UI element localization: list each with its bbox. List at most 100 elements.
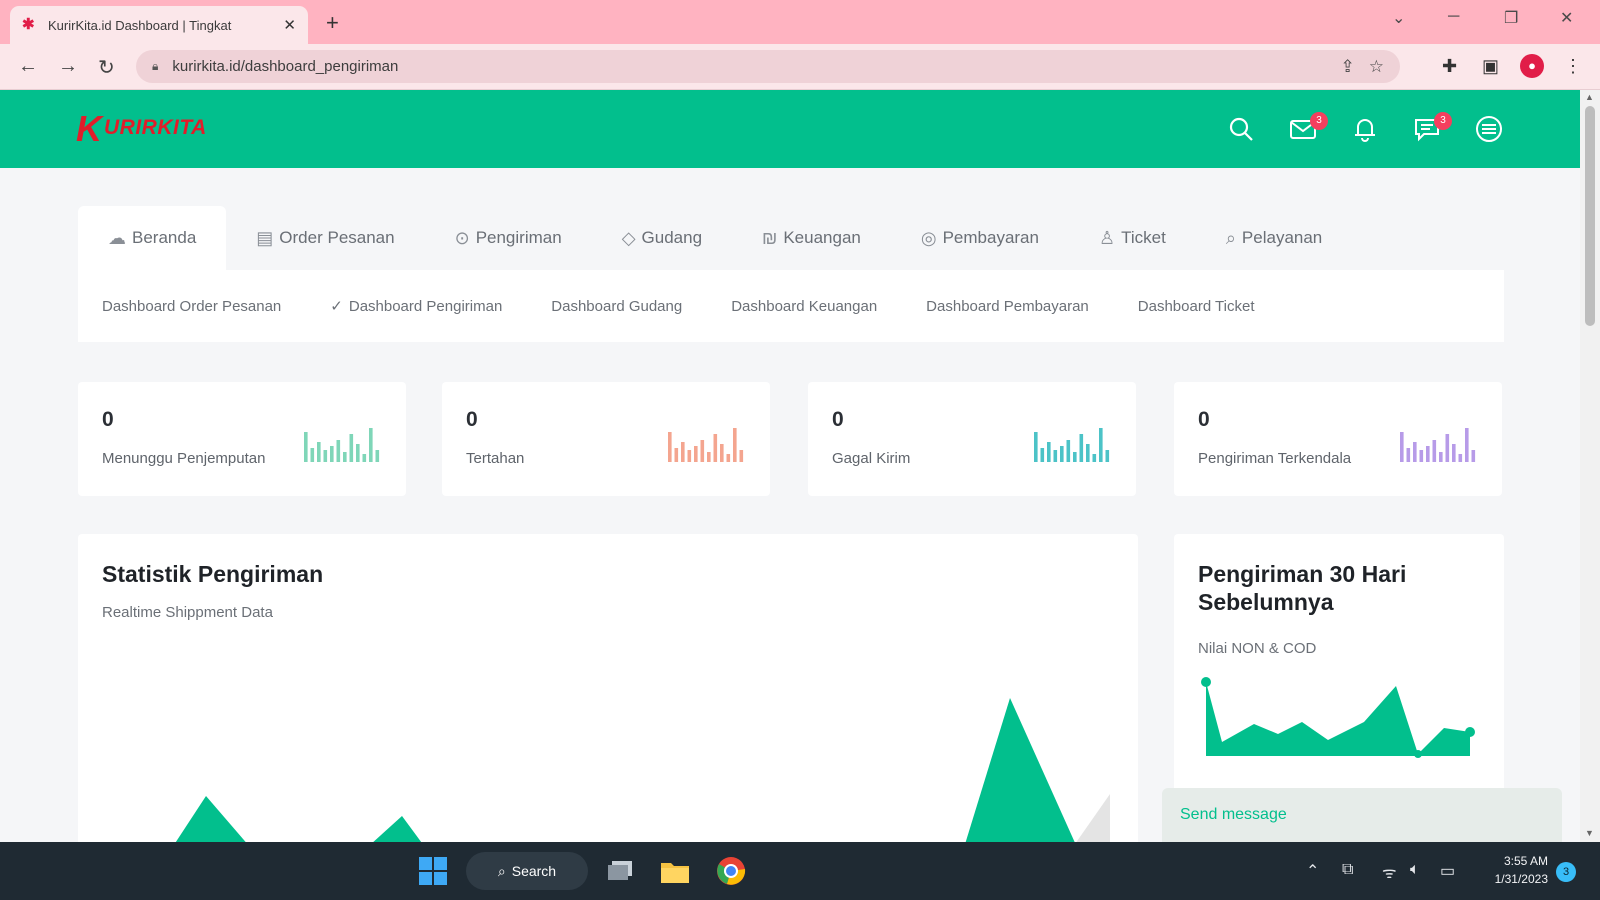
new-tab-button[interactable]: + bbox=[326, 10, 339, 36]
area-series-green bbox=[373, 816, 422, 842]
stat-label: Pengiriman Terkendala bbox=[1198, 450, 1352, 467]
tab-label: Pengiriman bbox=[475, 228, 562, 247]
subnav-dashboard-pembayaran[interactable]: Dashboard Pembayaran bbox=[926, 298, 1089, 315]
sparkline-bars bbox=[304, 428, 380, 462]
header-mail-button[interactable]: 3 bbox=[1284, 110, 1328, 148]
sparkline-bar bbox=[1439, 452, 1443, 462]
subnav-dashboard-order-pesanan[interactable]: Dashboard Order Pesanan bbox=[102, 298, 281, 315]
header-search-button[interactable] bbox=[1222, 110, 1260, 148]
send-message-input[interactable]: Send message bbox=[1162, 788, 1562, 842]
sparkline-bar bbox=[310, 448, 315, 462]
bell-icon bbox=[1355, 119, 1375, 142]
close-tab-icon[interactable]: ✕ bbox=[283, 16, 296, 34]
tab-label: Order Pesanan bbox=[279, 228, 395, 247]
stat-label: Menunggu Penjemputan bbox=[102, 450, 266, 467]
sparkline-bar bbox=[1426, 446, 1430, 462]
header-chat-button[interactable]: 3 bbox=[1408, 110, 1452, 148]
sparkline-bar bbox=[1034, 432, 1038, 462]
sparkline-bar bbox=[323, 450, 328, 462]
search-icon: ⌕ bbox=[497, 862, 506, 879]
sparkline-bar bbox=[317, 442, 321, 462]
start-button[interactable] bbox=[414, 852, 452, 890]
lock-icon[interactable]: 🔒︎ bbox=[152, 59, 158, 74]
clock-time: 3:55 AM bbox=[1503, 854, 1548, 868]
scrollbar-thumb[interactable] bbox=[1585, 106, 1595, 326]
volume-icon[interactable]: 🔈︎ bbox=[1410, 861, 1420, 879]
bookmark-star-icon[interactable]: ☆ bbox=[1369, 57, 1384, 77]
wifi-icon[interactable]: ᯤ bbox=[1382, 861, 1397, 883]
stat-card-menunggu-penjemputan: 0 Menunggu Penjemputan bbox=[78, 382, 406, 496]
windows-start-icon bbox=[419, 857, 447, 885]
subnav-dashboard-pengiriman[interactable]: ✓ Dashboard Pengiriman bbox=[330, 297, 502, 315]
subnav-dashboard-gudang[interactable]: Dashboard Gudang bbox=[551, 298, 682, 315]
tab-order-pesanan[interactable]: ▤ Order Pesanan bbox=[226, 206, 424, 270]
tab-pengiriman[interactable]: ⊙ Pengiriman bbox=[425, 206, 592, 270]
back-icon[interactable]: ← bbox=[18, 55, 38, 78]
data-point bbox=[1201, 677, 1211, 687]
tray-app-icon[interactable]: ⧉ bbox=[1342, 861, 1353, 879]
sparkline-bar bbox=[343, 452, 347, 462]
maximize-button[interactable]: ❐ bbox=[1504, 8, 1518, 28]
tab-label: Beranda bbox=[132, 228, 197, 247]
kurirkita-logo[interactable]: K URIRKITA bbox=[76, 108, 216, 150]
sparkline-bar bbox=[1040, 448, 1045, 462]
subnav-dashboard-ticket[interactable]: Dashboard Ticket bbox=[1138, 298, 1255, 315]
subnav-label: Dashboard Pengiriman bbox=[348, 298, 503, 315]
area-series-green bbox=[965, 698, 1075, 842]
stat-card-tertahan: 0 Tertahan bbox=[442, 382, 770, 496]
chat-badge: 3 bbox=[1434, 112, 1452, 130]
sparkline-bar bbox=[1099, 428, 1103, 462]
browser-tab[interactable]: ✱ KurirKita.id Dashboard | Tingkat ✕ bbox=[10, 6, 308, 44]
sparkline-bar bbox=[1465, 428, 1469, 462]
battery-icon[interactable]: ▭ bbox=[1440, 861, 1455, 881]
file-explorer-button[interactable] bbox=[656, 852, 694, 890]
sparkline-bar bbox=[1458, 454, 1463, 462]
notification-badge[interactable]: 3 bbox=[1556, 862, 1576, 882]
forward-icon[interactable]: → bbox=[58, 55, 78, 78]
tab-pembayaran[interactable]: ◎ Pembayaran bbox=[891, 206, 1069, 270]
app-header: K URIRKITA 3 3 bbox=[0, 90, 1580, 168]
system-clock[interactable]: 3:55 AM 1/31/2023 bbox=[1478, 852, 1548, 888]
sparkline-bar bbox=[1432, 440, 1437, 462]
scroll-up-icon[interactable]: ▲ bbox=[1585, 92, 1594, 102]
show-hidden-icons-icon[interactable]: ⌃ bbox=[1306, 861, 1319, 881]
task-view-icon bbox=[608, 861, 632, 880]
sparkline-bar bbox=[362, 454, 367, 462]
taskbar-search[interactable]: ⌕ Search bbox=[466, 852, 588, 890]
kurirkita-favicon-icon: ✱ bbox=[22, 16, 35, 33]
browser-menu-icon[interactable]: ⋮ bbox=[1564, 56, 1582, 77]
header-notification-button[interactable] bbox=[1346, 110, 1384, 148]
share-icon[interactable]: ⇪ bbox=[1341, 57, 1355, 77]
tag-icon: ◇ bbox=[621, 227, 636, 248]
side-panel-icon[interactable]: ▣ bbox=[1482, 56, 1499, 77]
scroll-down-icon[interactable]: ▼ bbox=[1585, 828, 1594, 838]
sparkline-bar bbox=[1073, 452, 1077, 462]
extensions-puzzle-icon[interactable]: ✚ bbox=[1442, 56, 1457, 77]
reload-icon[interactable]: ↻ bbox=[98, 55, 115, 80]
tab-pelayanan[interactable]: ⌕ Pelayanan bbox=[1196, 206, 1352, 270]
task-view-button[interactable] bbox=[602, 852, 638, 890]
chrome-taskbar-button[interactable] bbox=[712, 852, 750, 890]
sparkline-bar bbox=[707, 452, 711, 462]
tab-ticket[interactable]: ♙ Ticket bbox=[1069, 206, 1196, 270]
sparkline-bar bbox=[1086, 444, 1090, 462]
subnav-dashboard-keuangan[interactable]: Dashboard Keuangan bbox=[731, 298, 877, 315]
tab-gudang[interactable]: ◇ Gudang bbox=[592, 206, 732, 270]
sparkline-bar bbox=[349, 434, 354, 462]
address-url[interactable]: kurirkita.id/dashboard_pengiriman bbox=[172, 58, 1326, 75]
header-menu-button[interactable] bbox=[1470, 110, 1508, 148]
tab-keuangan[interactable]: ₪ Keuangan bbox=[732, 206, 891, 270]
close-window-button[interactable]: ✕ bbox=[1560, 8, 1573, 28]
minimize-button[interactable]: ─ bbox=[1448, 8, 1459, 26]
chrome-icon bbox=[717, 857, 746, 885]
sparkline-bar bbox=[713, 434, 718, 462]
cloud-icon: ☁ bbox=[108, 227, 126, 248]
page-scrollbar[interactable]: ▲ ▼ bbox=[1580, 90, 1600, 842]
data-point bbox=[1414, 750, 1422, 758]
order-icon: ▤ bbox=[256, 227, 274, 248]
sparkline-bar bbox=[375, 450, 380, 462]
tab-search-icon[interactable]: ⌄ bbox=[1392, 8, 1405, 28]
profile-avatar[interactable]: ● bbox=[1520, 54, 1544, 78]
address-bar[interactable]: 🔒︎ kurirkita.id/dashboard_pengiriman ⇪ ☆ bbox=[136, 50, 1400, 83]
tab-beranda[interactable]: ☁ Beranda bbox=[78, 206, 227, 270]
